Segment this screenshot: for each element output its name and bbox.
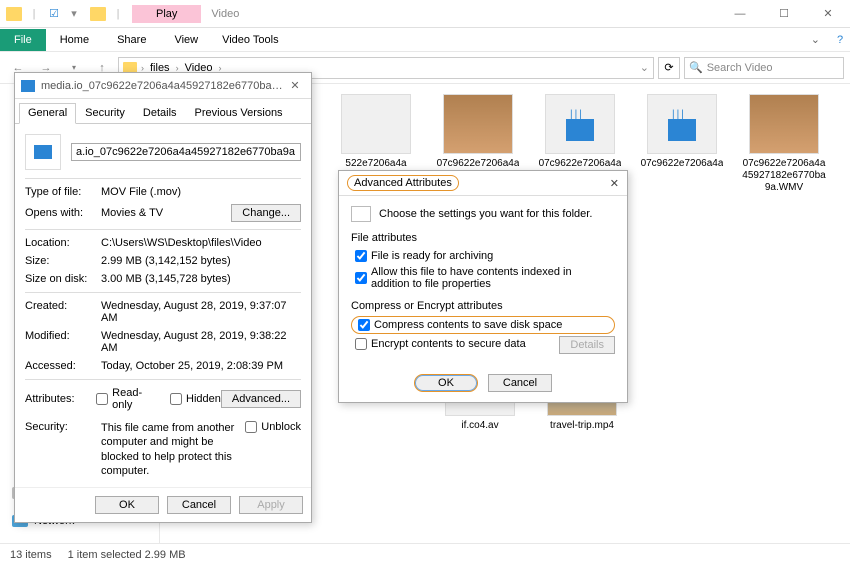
search-input[interactable]: 🔍 Search Video bbox=[684, 57, 844, 79]
minimize-button[interactable]: — bbox=[718, 0, 762, 28]
status-selection: 1 item selected 2.99 MB bbox=[68, 549, 186, 561]
file-label: travel-trip.mp4 bbox=[550, 420, 614, 432]
dialog-titlebar[interactable]: Advanced Attributes ✕ bbox=[339, 171, 627, 196]
file-thumbnail bbox=[341, 94, 411, 154]
advanced-button[interactable]: Advanced... bbox=[221, 390, 301, 408]
close-icon[interactable]: ✕ bbox=[285, 79, 305, 92]
index-checkbox[interactable]: Allow this file to have contents indexed… bbox=[351, 264, 615, 292]
file-label: 07c9622e7206a4a bbox=[437, 158, 520, 170]
tab-home[interactable]: Home bbox=[46, 29, 103, 51]
close-button[interactable]: ✕ bbox=[806, 0, 850, 28]
dialog-titlebar[interactable]: media.io_07c9622e7206a4a45927182e6770ba9… bbox=[15, 73, 311, 99]
qat-dropdown-icon[interactable]: ▾ bbox=[66, 6, 82, 22]
tab-video-tools[interactable]: Video Tools bbox=[212, 29, 288, 51]
compress-encrypt-label: Compress or Encrypt attributes bbox=[351, 300, 615, 312]
label-security: Security: bbox=[25, 421, 101, 433]
filename-input[interactable] bbox=[71, 143, 301, 161]
tab-security[interactable]: Security bbox=[76, 103, 134, 123]
advanced-attributes-dialog: Advanced Attributes ✕ Choose the setting… bbox=[338, 170, 628, 403]
file-thumbnail bbox=[749, 94, 819, 154]
dialog-title: Advanced Attributes bbox=[347, 175, 459, 191]
tab-share[interactable]: Share bbox=[103, 29, 160, 51]
value-created: Wednesday, August 28, 2019, 9:37:07 AM bbox=[101, 300, 301, 324]
apply-button[interactable]: Apply bbox=[239, 496, 303, 514]
help-icon[interactable]: ? bbox=[830, 34, 850, 46]
chevron-right-icon[interactable]: › bbox=[217, 63, 224, 73]
label-created: Created: bbox=[25, 300, 101, 324]
maximize-button[interactable]: ☐ bbox=[762, 0, 806, 28]
value-modified: Wednesday, August 28, 2019, 9:38:22 AM bbox=[101, 330, 301, 354]
ok-button[interactable]: OK bbox=[414, 374, 478, 392]
value-type: MOV File (.mov) bbox=[101, 186, 301, 198]
file-type-icon bbox=[25, 134, 61, 170]
cancel-button[interactable]: Cancel bbox=[488, 374, 552, 392]
refresh-button[interactable]: ⟳ bbox=[658, 57, 680, 79]
qat-separator: | bbox=[110, 6, 126, 22]
label-modified: Modified: bbox=[25, 330, 101, 354]
chevron-right-icon[interactable]: › bbox=[174, 63, 181, 73]
statusbar: 13 items 1 item selected 2.99 MB bbox=[0, 543, 850, 565]
file-icon bbox=[21, 80, 35, 92]
file-label: 522e7206a4a bbox=[345, 158, 406, 170]
label-accessed: Accessed: bbox=[25, 360, 101, 372]
contextual-tab-play: Play bbox=[132, 5, 201, 23]
qat-separator: | bbox=[26, 6, 42, 22]
window-title-video: Video bbox=[201, 5, 249, 23]
search-placeholder: Search Video bbox=[707, 62, 773, 74]
tab-details[interactable]: Details bbox=[134, 103, 186, 123]
file-label: if.co4.av bbox=[461, 420, 498, 432]
change-button[interactable]: Change... bbox=[231, 204, 301, 222]
file-label: 07c9622e7206a4a bbox=[641, 158, 724, 170]
ribbon: File Home Share View Video Tools ⌄ ? bbox=[0, 28, 850, 52]
dialog-tabs: General Security Details Previous Versio… bbox=[15, 99, 311, 124]
file-item[interactable]: 07c9622e7206a4a45927182e6770ba9a.WMV bbox=[742, 94, 826, 194]
encrypt-checkbox[interactable]: Encrypt contents to secure data bbox=[351, 336, 530, 352]
label-location: Location: bbox=[25, 237, 101, 249]
value-location: C:\Users\WS\Desktop\files\Video bbox=[101, 237, 301, 249]
unblock-checkbox[interactable]: Unblock bbox=[245, 421, 301, 433]
file-thumbnail bbox=[545, 94, 615, 154]
label-opens: Opens with: bbox=[25, 207, 101, 219]
file-item[interactable]: 07c9622e7206a4a bbox=[640, 94, 724, 194]
properties-dialog: media.io_07c9622e7206a4a45927182e6770ba9… bbox=[14, 72, 312, 523]
file-thumbnail bbox=[647, 94, 717, 154]
compress-checkbox[interactable]: Compress contents to save disk space bbox=[351, 316, 615, 334]
label-attributes: Attributes: bbox=[25, 393, 96, 405]
expand-ribbon-icon[interactable]: ⌄ bbox=[801, 33, 830, 46]
value-accessed: Today, October 25, 2019, 2:08:39 PM bbox=[101, 360, 301, 372]
ok-button[interactable]: OK bbox=[95, 496, 159, 514]
readonly-checkbox[interactable]: Read-only bbox=[96, 387, 158, 411]
file-label: 07c9622e7206a4a bbox=[539, 158, 622, 170]
breadcrumb-dropdown-icon[interactable]: ⌄ bbox=[640, 61, 649, 74]
value-size-disk: 3.00 MB (3,145,728 bytes) bbox=[101, 273, 301, 285]
file-label: 07c9622e7206a4a45927182e6770ba9a.WMV bbox=[742, 158, 826, 194]
security-text: This file came from another computer and… bbox=[101, 421, 239, 478]
hidden-checkbox[interactable]: Hidden bbox=[170, 393, 221, 405]
value-size: 2.99 MB (3,142,152 bytes) bbox=[101, 255, 301, 267]
window-titlebar: | ☑ ▾ | Play Video — ☐ ✕ bbox=[0, 0, 850, 28]
file-attributes-label: File attributes bbox=[351, 232, 615, 244]
file-tab[interactable]: File bbox=[0, 29, 46, 51]
tab-general[interactable]: General bbox=[19, 103, 76, 124]
archive-checkbox[interactable]: File is ready for archiving bbox=[351, 248, 615, 264]
dialog-title: media.io_07c9622e7206a4a45927182e6770ba9… bbox=[41, 80, 285, 92]
properties-qat-icon[interactable]: ☑ bbox=[46, 6, 62, 22]
folder-icon2 bbox=[90, 7, 106, 21]
chevron-right-icon[interactable]: › bbox=[139, 63, 146, 73]
folder-options-icon bbox=[351, 206, 371, 222]
label-size: Size: bbox=[25, 255, 101, 267]
close-icon[interactable]: ✕ bbox=[610, 177, 619, 190]
hint-text: Choose the settings you want for this fo… bbox=[379, 208, 592, 220]
label-size-disk: Size on disk: bbox=[25, 273, 101, 285]
cancel-button[interactable]: Cancel bbox=[167, 496, 231, 514]
search-icon: 🔍 bbox=[689, 61, 703, 74]
tab-view[interactable]: View bbox=[160, 29, 212, 51]
tab-previous-versions[interactable]: Previous Versions bbox=[186, 103, 292, 123]
label-type: Type of file: bbox=[25, 186, 101, 198]
value-opens: Movies & TV bbox=[101, 207, 231, 219]
status-items-count: 13 items bbox=[10, 549, 52, 561]
folder-icon bbox=[6, 7, 22, 21]
file-thumbnail bbox=[443, 94, 513, 154]
details-button[interactable]: Details bbox=[559, 336, 615, 354]
